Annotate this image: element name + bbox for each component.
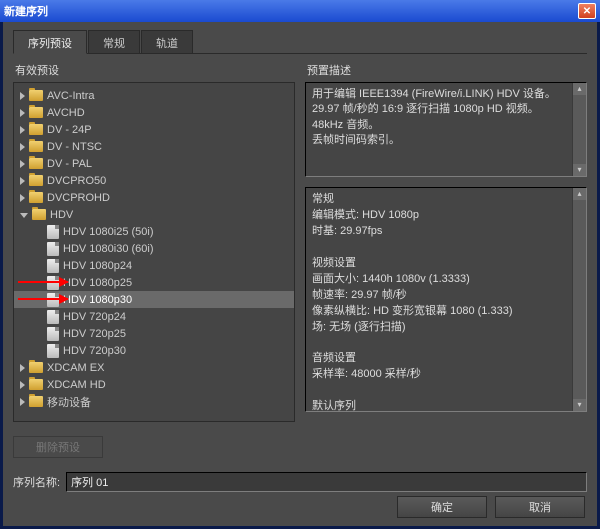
preset-icon: [47, 242, 59, 256]
chevron-right-icon[interactable]: [20, 143, 25, 151]
tab-general[interactable]: 常规: [88, 30, 140, 53]
ok-button[interactable]: 确定: [397, 496, 487, 518]
tree-item-label: HDV 1080p24: [63, 260, 132, 272]
tree-item-label: 移动设备: [47, 394, 91, 410]
tree-preset[interactable]: HDV 720p24: [14, 308, 294, 325]
tree-item-label: HDV 720p30: [63, 345, 126, 357]
tree-folder[interactable]: DVCPRO50: [14, 172, 294, 189]
tree-preset[interactable]: HDV 1080i30 (60i): [14, 240, 294, 257]
cancel-button[interactable]: 取消: [495, 496, 585, 518]
tree-folder[interactable]: DV - NTSC: [14, 138, 294, 155]
tree-folder[interactable]: DV - PAL: [14, 155, 294, 172]
tree-folder[interactable]: XDCAM HD: [14, 376, 294, 393]
folder-icon: [29, 90, 43, 101]
tree-folder[interactable]: 移动设备: [14, 393, 294, 410]
tree-preset[interactable]: HDV 720p25: [14, 325, 294, 342]
tree-folder[interactable]: AVC-Intra: [14, 87, 294, 104]
tree-item-label: DV - 24P: [47, 124, 92, 136]
tree-item-label: XDCAM EX: [47, 362, 104, 374]
tree-item-label: XDCAM HD: [47, 379, 106, 391]
chevron-right-icon[interactable]: [20, 160, 25, 168]
tree-item-label: AVCHD: [47, 107, 85, 119]
chevron-right-icon[interactable]: [20, 381, 25, 389]
chevron-right-icon[interactable]: [20, 126, 25, 134]
scrollbar[interactable]: [572, 83, 586, 176]
details-box: 常规编辑模式: HDV 1080p时基: 29.97fps 视频设置画面大小: …: [305, 187, 587, 412]
tree-item-label: HDV 720p25: [63, 328, 126, 340]
annotation-arrow: [18, 298, 68, 300]
folder-icon: [29, 362, 43, 373]
tree-folder[interactable]: AVCHD: [14, 104, 294, 121]
tree-item-label: HDV 1080p25: [63, 277, 132, 289]
tree-item-label: DV - NTSC: [47, 141, 102, 153]
sequence-name-label: 序列名称:: [13, 474, 60, 490]
folder-icon: [29, 396, 43, 407]
annotation-arrow: [18, 281, 68, 283]
folder-icon: [32, 209, 46, 220]
preset-icon: [47, 344, 59, 358]
tree-folder[interactable]: HDV: [14, 206, 294, 223]
presets-title: 有效预设: [13, 62, 295, 78]
tree-item-label: DV - PAL: [47, 158, 92, 170]
tree-folder[interactable]: DVCPROHD: [14, 189, 294, 206]
tree-item-label: HDV 720p24: [63, 311, 126, 323]
tab-presets[interactable]: 序列预设: [13, 30, 87, 54]
folder-icon: [29, 158, 43, 169]
tree-preset[interactable]: HDV 1080p24: [14, 257, 294, 274]
tree-folder[interactable]: XDCAM EX: [14, 359, 294, 376]
scrollbar[interactable]: [572, 188, 586, 411]
tree-item-label: HDV: [50, 209, 73, 221]
preset-icon: [47, 259, 59, 273]
chevron-right-icon[interactable]: [20, 194, 25, 202]
preset-icon: [47, 327, 59, 341]
folder-icon: [29, 379, 43, 390]
folder-icon: [29, 107, 43, 118]
close-button[interactable]: ✕: [578, 3, 596, 19]
chevron-right-icon[interactable]: [20, 364, 25, 372]
description-title: 预置描述: [305, 62, 587, 78]
dialog-body: 序列预设 常规 轨道 有效预设 AVC-Intra AVCHD DV - 24P DV…: [3, 22, 597, 526]
folder-icon: [29, 141, 43, 152]
sequence-name-input[interactable]: [66, 472, 587, 492]
chevron-right-icon[interactable]: [20, 92, 25, 100]
tab-tracks[interactable]: 轨道: [141, 30, 193, 53]
chevron-right-icon[interactable]: [20, 177, 25, 185]
delete-preset-button: 删除预设: [13, 436, 103, 458]
tree-preset[interactable]: HDV 720p30: [14, 342, 294, 359]
preset-icon: [47, 225, 59, 239]
window-title: 新建序列: [4, 3, 48, 19]
description-box: 用于编辑 IEEE1394 (FireWire/i.LINK) HDV 设备。2…: [305, 82, 587, 177]
tree-preset[interactable]: HDV 1080i25 (50i): [14, 223, 294, 240]
folder-icon: [29, 124, 43, 135]
folder-icon: [29, 192, 43, 203]
chevron-right-icon[interactable]: [20, 109, 25, 117]
chevron-right-icon[interactable]: [20, 398, 25, 406]
tree-item-label: DVCPROHD: [47, 192, 110, 204]
tree-folder[interactable]: DV - 24P: [14, 121, 294, 138]
tree-item-label: HDV 1080p30: [63, 294, 132, 306]
chevron-down-icon[interactable]: [20, 213, 28, 218]
tree-item-label: HDV 1080i25 (50i): [63, 226, 154, 238]
preset-tree[interactable]: AVC-Intra AVCHD DV - 24P DV - NTSC DV - PAL D…: [13, 82, 295, 422]
preset-icon: [47, 310, 59, 324]
tree-item-label: DVCPRO50: [47, 175, 106, 187]
tab-bar: 序列预设 常规 轨道: [13, 30, 587, 54]
folder-icon: [29, 175, 43, 186]
tree-item-label: HDV 1080i30 (60i): [63, 243, 154, 255]
tree-item-label: AVC-Intra: [47, 90, 94, 102]
titlebar: 新建序列 ✕: [0, 0, 600, 22]
